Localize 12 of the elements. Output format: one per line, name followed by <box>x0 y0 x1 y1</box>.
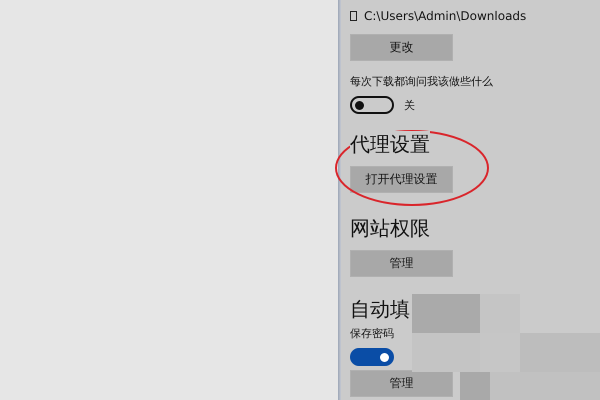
toggle-switch[interactable] <box>350 96 394 114</box>
section-button[interactable]: 管理 <box>350 250 453 277</box>
section-heading: 代理设置 <box>350 131 430 157</box>
change-button[interactable]: 更改 <box>350 34 453 61</box>
toggle-switch[interactable] <box>350 348 394 366</box>
toggle-state: 关 <box>404 98 415 112</box>
download-path: C:\Users\Admin\Downloads <box>364 9 526 23</box>
file-icon <box>350 11 357 21</box>
section-button[interactable]: 打开代理设置 <box>350 166 453 193</box>
manage-button[interactable]: 管理 <box>350 370 453 397</box>
ask-label: 每次下载都询问我该做些什么 <box>350 74 493 89</box>
save-passwords-label: 保存密码 <box>350 326 394 341</box>
